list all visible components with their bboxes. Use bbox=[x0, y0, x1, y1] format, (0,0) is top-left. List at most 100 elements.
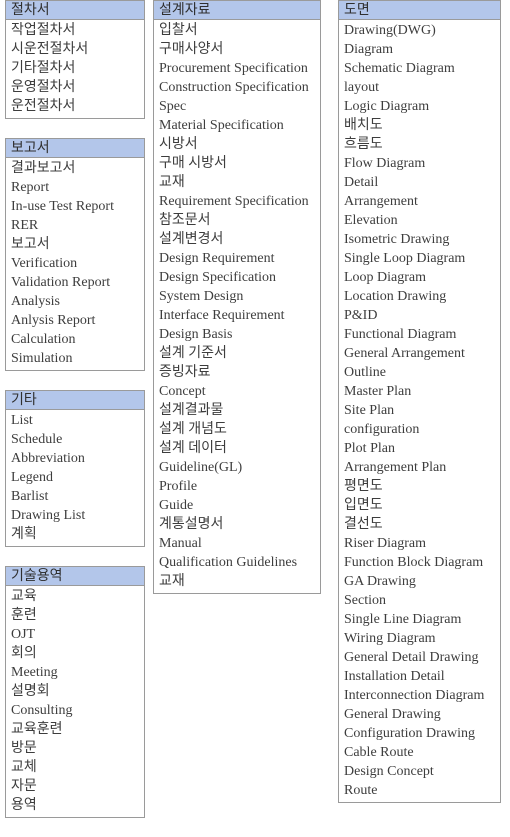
list-item[interactable]: Anlysis Report bbox=[6, 311, 144, 330]
list-item[interactable]: Wiring Diagram bbox=[339, 629, 500, 648]
list-item[interactable]: 계획 bbox=[6, 525, 144, 544]
list-item[interactable]: Plot Plan bbox=[339, 439, 500, 458]
list-item[interactable]: Design Basis bbox=[154, 325, 320, 344]
list-item[interactable]: 기타절차서 bbox=[6, 59, 144, 78]
list-item[interactable]: Requirement Specification bbox=[154, 192, 320, 211]
list-item[interactable]: Simulation bbox=[6, 349, 144, 368]
list-item[interactable]: OJT bbox=[6, 625, 144, 644]
list-item[interactable]: Installation Detail bbox=[339, 667, 500, 686]
list-item[interactable]: Logic Diagram bbox=[339, 97, 500, 116]
list-item[interactable]: Manual bbox=[154, 534, 320, 553]
list-item[interactable]: 교육훈련 bbox=[6, 720, 144, 739]
list-item[interactable]: 배치도 bbox=[339, 116, 500, 135]
list-item[interactable]: 시방서 bbox=[154, 135, 320, 154]
list-item[interactable]: 교재 bbox=[154, 173, 320, 192]
list-item[interactable]: Design Concept bbox=[339, 762, 500, 781]
list-item[interactable]: 운전절차서 bbox=[6, 97, 144, 116]
list-item[interactable]: Cable Route bbox=[339, 743, 500, 762]
list-item[interactable]: Flow Diagram bbox=[339, 154, 500, 173]
list-item[interactable]: Loop Diagram bbox=[339, 268, 500, 287]
list-item[interactable]: Material Specification bbox=[154, 116, 320, 135]
list-item[interactable]: Diagram bbox=[339, 40, 500, 59]
list-item[interactable]: GA Drawing bbox=[339, 572, 500, 591]
list-item[interactable]: Construction Specification bbox=[154, 78, 320, 97]
list-item[interactable]: 훈련 bbox=[6, 606, 144, 625]
list-item[interactable]: 증빙자료 bbox=[154, 363, 320, 382]
list-item[interactable]: Concept bbox=[154, 382, 320, 401]
list-item[interactable]: 교재 bbox=[154, 572, 320, 591]
list-item[interactable]: 운영절차서 bbox=[6, 78, 144, 97]
list-item[interactable]: 자문 bbox=[6, 777, 144, 796]
list-item[interactable]: In-use Test Report bbox=[6, 197, 144, 216]
list-item[interactable]: Guide bbox=[154, 496, 320, 515]
list-item[interactable]: 용역 bbox=[6, 796, 144, 815]
list-item[interactable]: 입찰서 bbox=[154, 21, 320, 40]
list-item[interactable]: 설계변경서 bbox=[154, 230, 320, 249]
list-item[interactable]: Design Requirement bbox=[154, 249, 320, 268]
list-item[interactable]: 구매 시방서 bbox=[154, 154, 320, 173]
list-item[interactable]: Single Loop Diagram bbox=[339, 249, 500, 268]
list-item[interactable]: 입면도 bbox=[339, 496, 500, 515]
list-item[interactable]: configuration bbox=[339, 420, 500, 439]
list-item[interactable]: RER bbox=[6, 216, 144, 235]
list-item[interactable]: Guideline(GL) bbox=[154, 458, 320, 477]
list-item[interactable]: Configuration Drawing bbox=[339, 724, 500, 743]
list-item[interactable]: 설계 데이터 bbox=[154, 439, 320, 458]
list-item[interactable]: 설계 기준서 bbox=[154, 344, 320, 363]
list-item[interactable]: Section bbox=[339, 591, 500, 610]
list-item[interactable]: 교육 bbox=[6, 587, 144, 606]
list-item[interactable]: 보고서 bbox=[6, 235, 144, 254]
list-item[interactable]: 참조문서 bbox=[154, 211, 320, 230]
list-item[interactable]: 시운전절차서 bbox=[6, 40, 144, 59]
list-item[interactable]: Outline bbox=[339, 363, 500, 382]
list-item[interactable]: Riser Diagram bbox=[339, 534, 500, 553]
list-item[interactable]: General Arrangement bbox=[339, 344, 500, 363]
list-item[interactable]: 결선도 bbox=[339, 515, 500, 534]
list-item[interactable]: Barlist bbox=[6, 487, 144, 506]
list-item[interactable]: List bbox=[6, 411, 144, 430]
list-item[interactable]: Schedule bbox=[6, 430, 144, 449]
list-item[interactable]: Drawing(DWG) bbox=[339, 21, 500, 40]
list-item[interactable]: Procurement Specification bbox=[154, 59, 320, 78]
list-item[interactable]: 설계 개념도 bbox=[154, 420, 320, 439]
list-item[interactable]: layout bbox=[339, 78, 500, 97]
list-item[interactable]: 평면도 bbox=[339, 477, 500, 496]
list-item[interactable]: Qualification Guidelines bbox=[154, 553, 320, 572]
list-item[interactable]: P&ID bbox=[339, 306, 500, 325]
list-item[interactable]: Elevation bbox=[339, 211, 500, 230]
list-item[interactable]: 설계결과물 bbox=[154, 401, 320, 420]
list-item[interactable]: General Detail Drawing bbox=[339, 648, 500, 667]
list-item[interactable]: Master Plan bbox=[339, 382, 500, 401]
list-item[interactable]: 작업절차서 bbox=[6, 21, 144, 40]
list-item[interactable]: 결과보고서 bbox=[6, 159, 144, 178]
list-item[interactable]: General Drawing bbox=[339, 705, 500, 724]
list-item[interactable]: 계통설명서 bbox=[154, 515, 320, 534]
list-item[interactable]: Profile bbox=[154, 477, 320, 496]
list-item[interactable]: Legend bbox=[6, 468, 144, 487]
list-item[interactable]: Route bbox=[339, 781, 500, 800]
list-item[interactable]: 교체 bbox=[6, 758, 144, 777]
list-item[interactable]: Design Specification bbox=[154, 268, 320, 287]
list-item[interactable]: Detail bbox=[339, 173, 500, 192]
list-item[interactable]: Schematic Diagram bbox=[339, 59, 500, 78]
list-item[interactable]: Calculation bbox=[6, 330, 144, 349]
list-item[interactable]: Interface Requirement bbox=[154, 306, 320, 325]
list-item[interactable]: Single Line Diagram bbox=[339, 610, 500, 629]
list-item[interactable]: Arrangement Plan bbox=[339, 458, 500, 477]
list-item[interactable]: Location Drawing bbox=[339, 287, 500, 306]
list-item[interactable]: Analysis bbox=[6, 292, 144, 311]
list-item[interactable]: Isometric Drawing bbox=[339, 230, 500, 249]
list-item[interactable]: Consulting bbox=[6, 701, 144, 720]
list-item[interactable]: Arrangement bbox=[339, 192, 500, 211]
list-item[interactable]: 회의 bbox=[6, 644, 144, 663]
list-item[interactable]: Spec bbox=[154, 97, 320, 116]
list-item[interactable]: Functional Diagram bbox=[339, 325, 500, 344]
list-item[interactable]: Site Plan bbox=[339, 401, 500, 420]
list-item[interactable]: Interconnection Diagram bbox=[339, 686, 500, 705]
list-item[interactable]: 방문 bbox=[6, 739, 144, 758]
list-item[interactable]: Validation Report bbox=[6, 273, 144, 292]
list-item[interactable]: Report bbox=[6, 178, 144, 197]
list-item[interactable]: Function Block Diagram bbox=[339, 553, 500, 572]
list-item[interactable]: Verification bbox=[6, 254, 144, 273]
list-item[interactable]: System Design bbox=[154, 287, 320, 306]
